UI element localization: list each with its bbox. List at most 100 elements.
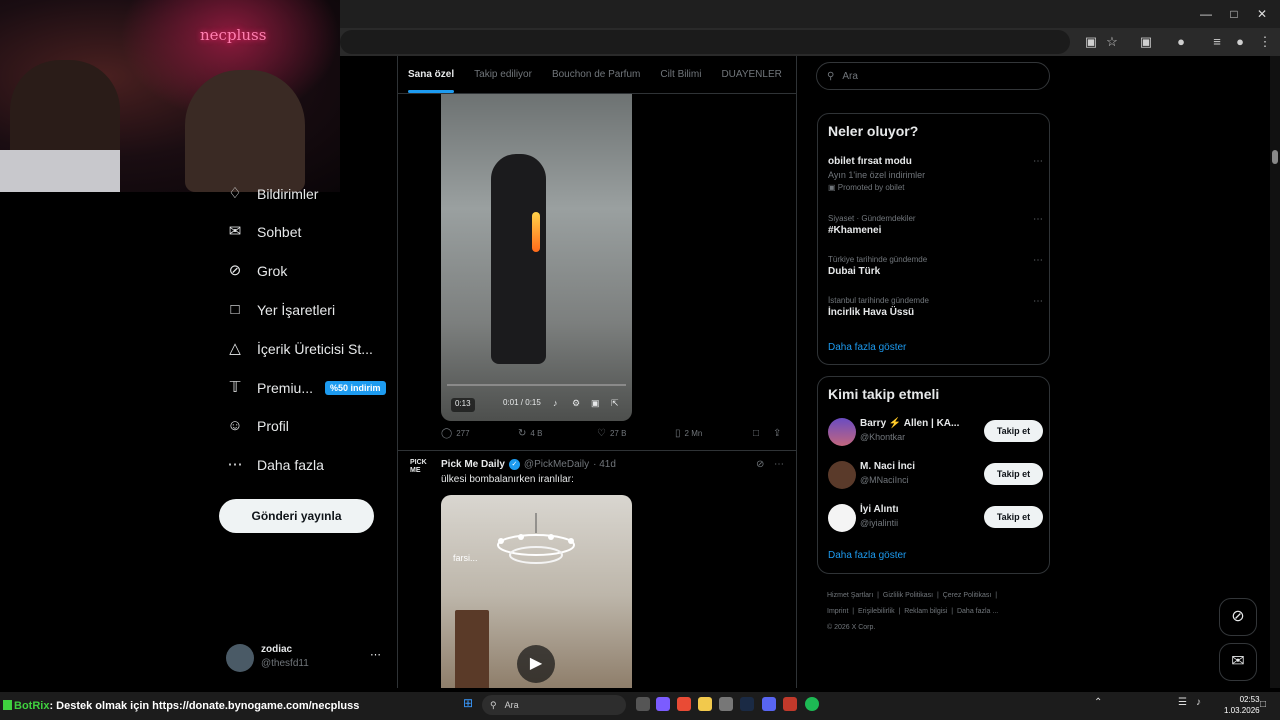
address-bar[interactable] [340,30,1070,54]
account-switcher[interactable]: zodiac @thesfd11 ⋯ [226,642,386,674]
search-input[interactable]: ⚲ Ara [816,62,1050,90]
trend-name: Dubai Türk [828,266,881,277]
chat-ticker: BotRix : Destek olmak için https://donat… [0,696,359,716]
picture-in-picture-icon[interactable]: ▣ [591,398,600,412]
chrome-icon[interactable] [677,697,691,711]
footer-link[interactable]: Imprint [827,608,848,615]
like-count: 27 B [609,429,627,438]
wifi-icon[interactable]: ☰ [1178,697,1187,708]
nav-more[interactable]: ⋯ Daha fazla [226,447,324,483]
tweet-handle[interactable]: @PickMeDaily [524,459,589,470]
video-progress-bar[interactable] [447,384,626,386]
share-button[interactable]: ⇪ [773,428,785,439]
maximize-icon[interactable]: □ [1224,4,1244,24]
footer-link[interactable]: Reklam bilgisi [904,608,947,615]
tab-following[interactable]: Takip ediliyor [464,56,542,93]
footer-link[interactable]: Çerez Politikası [943,592,992,599]
nav-notifications[interactable]: ♢ Bildirimler [226,176,318,212]
tab-for-you[interactable]: Sana özel [398,56,464,93]
spotify-icon[interactable] [805,697,819,711]
more-icon[interactable]: ⋯ [774,459,784,470]
nav-creator-studio[interactable]: △ İçerik Üreticisi St... [226,331,373,367]
repost-button[interactable]: ↻ 4 B [518,428,542,439]
show-more-link[interactable]: Daha fazla göster [828,550,906,561]
account-avatar-icon[interactable]: ● [1231,33,1249,51]
post-button[interactable]: Gönderi yayınla [219,499,374,533]
scrollbar-thumb[interactable] [1272,150,1278,164]
more-icon[interactable]: ⋯ [370,648,381,661]
nav-chat[interactable]: ✉ Sohbet [226,214,302,250]
app-icon[interactable] [719,697,733,711]
grok-float-icon[interactable]: ⊘ [1219,598,1257,636]
footer-link[interactable]: Erişilebilirlik [858,608,895,615]
nav-label: Yer İşaretleri [257,302,336,318]
nav-grok[interactable]: ⊘ Grok [226,253,288,289]
minimize-icon[interactable]: — [1196,4,1216,24]
tab-list[interactable]: Bouchon de Parfum [542,56,650,93]
tray-chevron-icon[interactable]: ⌃ [1094,697,1102,708]
nav-bookmarks[interactable]: □ Yer İşaretleri [226,292,335,328]
reply-button[interactable]: ◯ 277 [441,428,470,439]
tweet-author[interactable]: Pick Me Daily [441,459,505,470]
repost-count: 4 B [530,429,543,438]
steam-icon[interactable] [740,697,754,711]
views-button[interactable]: ▯ 2 Mn [675,428,702,439]
trend-item[interactable]: İstanbul tarihinde gündemde İncirlik Hav… [828,296,1043,318]
footer-link[interactable]: Daha fazla ... [957,608,998,615]
close-icon[interactable]: ✕ [1252,4,1272,24]
more-icon[interactable]: ⋯ [1033,156,1043,167]
fullscreen-icon[interactable]: ⇱ [611,398,619,412]
menu-icon[interactable]: ⋮ [1256,33,1274,51]
taskbar-search[interactable]: ⚲ Ara [482,695,626,715]
more-icon[interactable]: ⋯ [1033,255,1043,266]
star-icon[interactable]: ☆ [1103,33,1121,51]
more-icon[interactable]: ⋯ [1033,296,1043,307]
settings-icon[interactable]: ⚙ [572,398,580,412]
file-explorer-icon[interactable] [698,697,712,711]
tweet-time: · 41d [593,459,616,470]
trend-name: #Khamenei [828,225,882,236]
follow-button[interactable]: Takip et [984,420,1043,442]
follow-suggestion[interactable]: Barry ⚡ Allen | KA... @Khontkar Takip et [828,418,1043,450]
trend-item[interactable]: Siyaset · Gündemdekiler #Khamenei ⋯ [828,214,1043,236]
reading-list-icon[interactable]: ≡ [1208,33,1226,51]
extensions-icon[interactable]: ▣ [1137,33,1155,51]
messages-float-icon[interactable]: ✉ [1219,643,1257,681]
taskbar-clock[interactable]: 02:53 1.03.2026 [1224,694,1260,716]
notification-icon[interactable]: □ [1260,699,1266,710]
discord-icon[interactable] [762,697,776,711]
more-icon[interactable]: ⋯ [1033,214,1043,225]
follow-suggestion[interactable]: M. Naci İnci @MNaciInci Takip et [828,461,1043,493]
follow-suggestion[interactable]: İyi Alıntı @iyialintii Takip et [828,504,1043,536]
suggestion-handle: @Khontkar [860,432,906,442]
play-icon[interactable]: ▶ [517,645,555,683]
volume-icon[interactable]: ♪ [553,398,558,412]
tweet-video[interactable]: 0:13 0:01 / 0:15 ♪ ⚙ ▣ ⇱ [441,94,632,421]
app-icon[interactable] [656,697,670,711]
bot-name: BotRix [14,700,50,712]
tweet-video[interactable]: farsi... ▶ [441,495,632,688]
follow-button[interactable]: Takip et [984,463,1043,485]
windows-start-icon[interactable]: ⊞ [463,697,475,709]
video-person [491,154,546,364]
grok-icon[interactable]: ⊘ [756,459,764,470]
footer-link[interactable]: Gizlilik Politikası [883,592,933,599]
trend-item[interactable]: obilet fırsat modu Ayın 1'ine özel indir… [828,156,1043,192]
avatar[interactable]: PICK ME [410,459,432,481]
install-app-icon[interactable]: ▣ [1082,33,1100,51]
like-button[interactable]: ♡ 27 B [597,428,626,439]
trend-item[interactable]: Türkiye tarihinde gündemde Dubai Türk ⋯ [828,255,1043,277]
follow-button[interactable]: Takip et [984,506,1043,528]
tab-list[interactable]: DUAYENLER [711,56,791,93]
bookmark-button[interactable]: □ [753,428,763,439]
profile-icon[interactable]: ● [1172,33,1190,51]
tab-list[interactable]: Cilt Bilimi [650,56,711,93]
taskview-icon[interactable] [636,697,650,711]
show-more-link[interactable]: Daha fazla göster [828,342,906,353]
volume-icon[interactable]: ♪ [1196,697,1201,708]
footer-link[interactable]: Hizmet Şartları [827,592,873,599]
nav-premium[interactable]: 𝕋 Premiu... %50 indirim [226,370,386,406]
nav-profile[interactable]: ☺ Profil [226,408,289,444]
ticker-text: : Destek olmak için https://donate.bynog… [49,700,360,712]
app-icon[interactable] [783,697,797,711]
